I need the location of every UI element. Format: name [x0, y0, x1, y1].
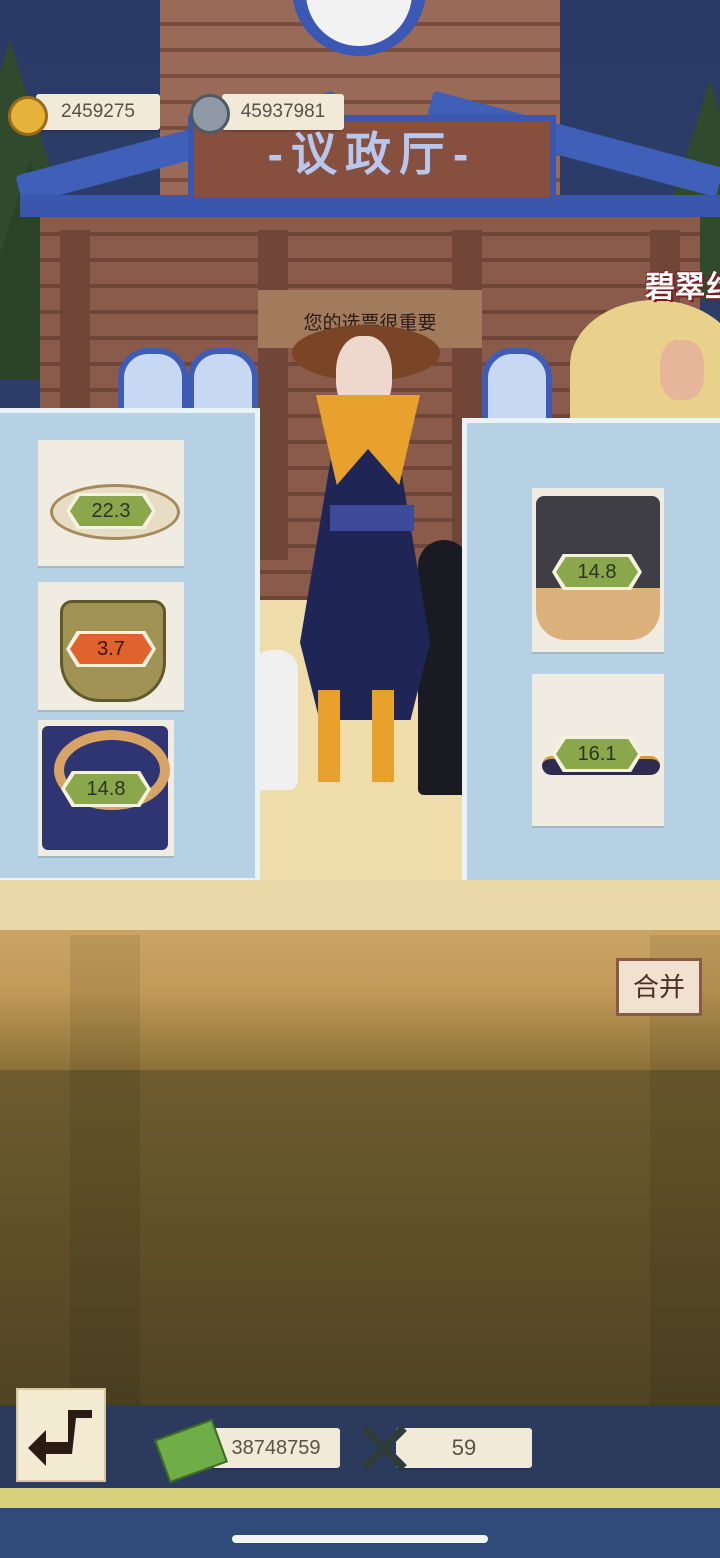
pillar	[258, 230, 288, 560]
npc-name-label: 碧翠丝	[645, 271, 720, 304]
roof-beam	[20, 195, 720, 217]
item-card-hat[interactable]: 22.3	[38, 440, 184, 566]
counter-top	[0, 880, 720, 930]
npc-face	[660, 340, 704, 400]
item-value-badge: 14.8	[65, 774, 147, 804]
gold-counter: 2459275	[36, 94, 160, 130]
item-value-badge: 14.8	[556, 557, 638, 587]
home-indicator[interactable]	[232, 1535, 488, 1543]
gem-amount: 45937981	[240, 101, 326, 122]
back-arrow-icon	[28, 1410, 92, 1466]
bottom-strip	[0, 1508, 720, 1558]
money-counter: 38748759	[212, 1428, 340, 1468]
item-card-basket[interactable]: 3.7	[38, 582, 184, 710]
crossed-swords-icon	[361, 1425, 407, 1471]
player-belt	[330, 505, 414, 531]
item-value-badge: 22.3	[70, 496, 152, 526]
item-value-badge: 3.7	[70, 634, 152, 664]
tickets-counter: 59	[396, 1428, 532, 1468]
player-leg	[318, 690, 340, 782]
crate-plank	[70, 935, 140, 1415]
tickets-amount: 59	[451, 1435, 477, 1460]
gold-medal-icon	[8, 96, 48, 136]
gold-amount: 2459275	[61, 101, 135, 122]
silver-coin-icon	[190, 94, 230, 134]
item-value-badge: 16.1	[556, 739, 638, 769]
back-button[interactable]	[16, 1388, 106, 1482]
money-amount: 38748759	[231, 1437, 321, 1459]
coat-trim	[536, 588, 660, 640]
bottom-strip	[0, 1488, 720, 1508]
player-leg	[372, 690, 394, 782]
item-card-shoes[interactable]: 16.1	[532, 674, 664, 826]
item-card-coat[interactable]: 14.8	[532, 488, 664, 652]
item-card-scarf[interactable]: 14.8	[38, 720, 174, 856]
gem-counter: 45937981	[222, 94, 344, 130]
merge-button[interactable]: 合并	[616, 958, 702, 1016]
